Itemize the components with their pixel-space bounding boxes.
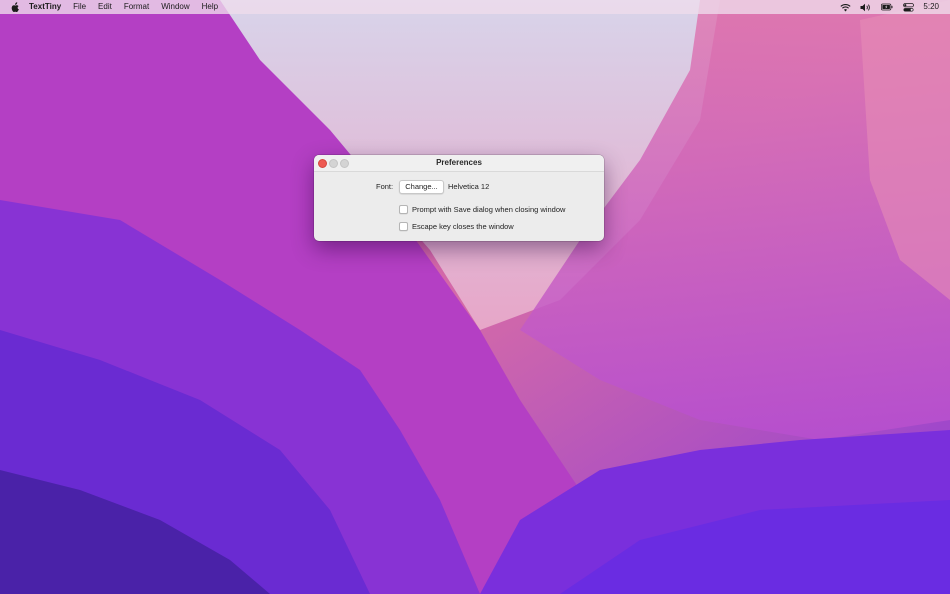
prompt-save-checkbox[interactable] (399, 204, 408, 214)
menu-window[interactable]: Window (161, 0, 189, 14)
wifi-icon[interactable] (839, 2, 851, 12)
menu-edit[interactable]: Edit (98, 0, 112, 14)
battery-icon[interactable] (881, 2, 893, 12)
volume-icon[interactable] (860, 2, 872, 12)
escape-closes-checkbox[interactable] (399, 221, 408, 231)
preferences-window: Preferences Font: Change... Helvetica 12… (314, 155, 604, 241)
apple-logo-icon[interactable] (11, 2, 20, 12)
menu-bar: TextTiny File Edit Format Window Help 5:… (0, 0, 950, 14)
prompt-save-label[interactable]: Prompt with Save dialog when closing win… (412, 205, 565, 214)
menu-bar-clock[interactable]: 5:20 (923, 0, 939, 14)
menu-file[interactable]: File (73, 0, 86, 14)
current-font-value: Helvetica 12 (448, 182, 490, 191)
menu-format[interactable]: Format (124, 0, 149, 14)
control-center-icon[interactable] (902, 2, 914, 12)
window-titlebar[interactable]: Preferences (314, 155, 604, 172)
change-font-button[interactable]: Change... (399, 180, 444, 194)
font-label: Font: (376, 182, 394, 191)
window-title: Preferences (436, 158, 482, 167)
desktop-wallpaper (0, 0, 950, 594)
escape-closes-label[interactable]: Escape key closes the window (412, 222, 514, 231)
prompt-save-option[interactable]: Prompt with Save dialog when closing win… (399, 203, 565, 215)
escape-closes-option[interactable]: Escape key closes the window (399, 220, 514, 232)
menu-app-name[interactable]: TextTiny (29, 0, 61, 14)
menu-help[interactable]: Help (202, 0, 218, 14)
